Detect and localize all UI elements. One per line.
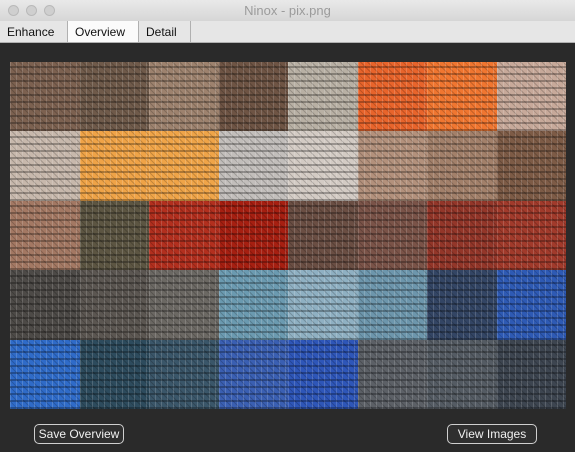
overview-tile — [427, 131, 497, 201]
overview-tile — [427, 270, 497, 340]
tab-overview[interactable]: Overview — [68, 21, 139, 42]
save-overview-button[interactable]: Save Overview — [34, 424, 124, 444]
overview-tile — [79, 270, 149, 340]
overview-tile — [357, 200, 427, 271]
overview-tile — [149, 62, 219, 132]
overview-tile — [218, 270, 288, 340]
overview-image — [10, 62, 566, 409]
overview-tile — [10, 62, 80, 132]
title-bar: Ninox - pix.png — [0, 0, 575, 22]
overview-tile — [288, 62, 358, 132]
overview-tile — [79, 200, 149, 271]
overview-tile — [496, 200, 566, 271]
overview-tile — [357, 339, 427, 409]
overview-tile — [149, 339, 219, 409]
overview-tile — [149, 200, 219, 271]
overview-tile — [149, 270, 219, 340]
overview-tile — [288, 131, 358, 201]
tab-detail[interactable]: Detail — [139, 21, 191, 42]
overview-tile — [496, 131, 566, 201]
overview-tile — [10, 270, 80, 340]
overview-tile — [288, 339, 358, 409]
overview-tile — [149, 131, 219, 201]
window-title: Ninox - pix.png — [244, 3, 331, 18]
overview-tile — [10, 200, 80, 271]
overview-tile — [427, 339, 497, 409]
overview-tile — [10, 131, 80, 201]
tab-enhance[interactable]: Enhance — [0, 21, 68, 42]
overview-tile — [218, 339, 288, 409]
overview-tile — [288, 200, 358, 271]
view-images-button[interactable]: View Images — [447, 424, 537, 444]
overview-tile — [79, 62, 149, 132]
overview-tile — [496, 62, 566, 132]
app-window: Ninox - pix.png Enhance Overview Detail … — [0, 0, 575, 452]
overview-tile — [288, 270, 358, 340]
overview-tile — [496, 339, 566, 409]
overview-tile — [218, 62, 288, 132]
overview-tile — [218, 200, 288, 271]
tab-bar: Enhance Overview Detail — [0, 21, 575, 43]
overview-tile — [427, 62, 497, 132]
overview-tile — [357, 131, 427, 201]
overview-tile — [357, 270, 427, 340]
overview-tile — [427, 200, 497, 271]
overview-tile — [218, 131, 288, 201]
overview-tile — [79, 339, 149, 409]
overview-tile — [10, 339, 80, 409]
overview-tile — [496, 270, 566, 340]
overview-tile — [357, 62, 427, 132]
overview-tile — [79, 131, 149, 201]
